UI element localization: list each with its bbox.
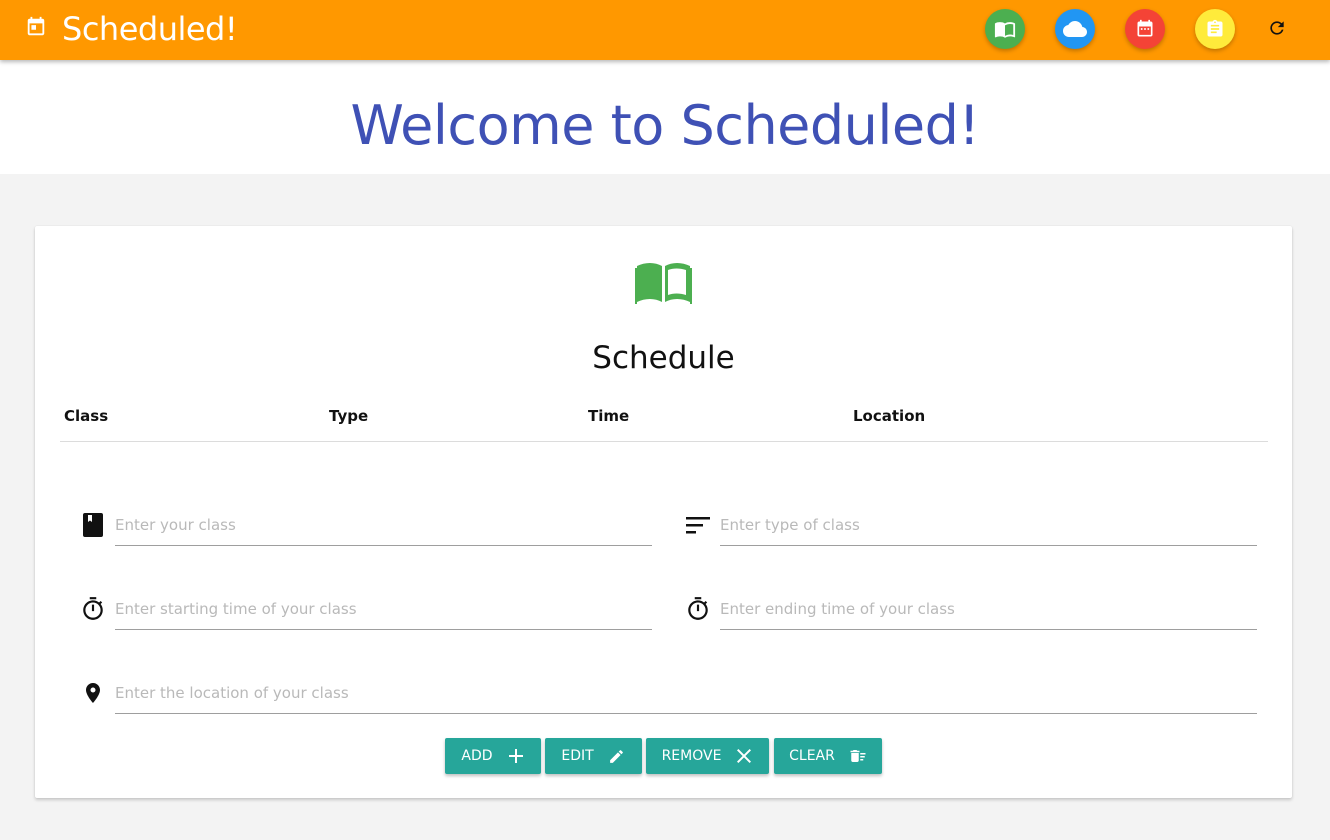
type-input[interactable] [720, 505, 1257, 546]
location-pin-icon [80, 680, 106, 706]
schedule-title: Schedule [592, 340, 735, 376]
class-input[interactable] [115, 505, 652, 546]
location-field [80, 673, 1257, 714]
type-field [685, 505, 1257, 546]
start-time-field [80, 589, 652, 630]
remove-button[interactable]: REMOVE [646, 738, 769, 774]
add-button[interactable]: ADD [445, 738, 541, 774]
plus-icon [507, 747, 525, 765]
schedule-card: Schedule Class Type Time Location Enter … [35, 226, 1292, 798]
hero-banner: Welcome to Scheduled! [0, 60, 1330, 174]
refresh-icon [1270, 21, 1284, 35]
pencil-icon [608, 747, 626, 765]
top-navbar: Scheduled! [0, 0, 1330, 60]
column-location: Location [853, 407, 926, 425]
schedule-table-header: Class Type Time Location [60, 396, 1268, 442]
book-icon [994, 22, 1016, 38]
timer-icon [80, 596, 106, 622]
edit-button-label: EDIT [561, 748, 594, 764]
calendar-icon [1137, 19, 1153, 37]
delete-sweep-icon [849, 747, 867, 765]
add-button-label: ADD [461, 748, 493, 764]
remove-button-label: REMOVE [661, 748, 722, 764]
end-time-input[interactable] [720, 589, 1257, 630]
clear-button-label: CLEAR [789, 748, 835, 764]
nav-calendar-button[interactable] [1125, 9, 1165, 49]
close-icon [735, 747, 753, 765]
nav-schedule-button[interactable] [985, 9, 1025, 49]
class-field [80, 505, 652, 546]
clipboard-icon [1207, 19, 1223, 37]
clear-button[interactable]: CLEAR [774, 738, 882, 774]
location-input[interactable] [115, 673, 1257, 714]
open-book-icon [635, 263, 692, 304]
edit-button[interactable]: EDIT [545, 738, 642, 774]
start-time-input[interactable] [115, 589, 652, 630]
column-type: Type [329, 407, 369, 425]
end-time-field [685, 589, 1257, 630]
nav-notes-button[interactable] [1195, 9, 1235, 49]
column-time: Time [588, 407, 630, 425]
nav-weather-button[interactable] [1055, 9, 1095, 49]
column-class: Class [64, 407, 109, 425]
app-title[interactable]: Scheduled! [62, 9, 238, 49]
refresh-button[interactable] [1263, 14, 1291, 42]
action-buttons: ADD EDIT REMOVE CLEAR [35, 738, 1292, 774]
welcome-heading: Welcome to Scheduled! [350, 94, 980, 157]
bookmark-book-icon [80, 512, 106, 538]
timer-icon [685, 596, 711, 622]
cloud-icon [1063, 21, 1087, 37]
sort-lines-icon [685, 512, 711, 538]
calendar-event-icon [27, 16, 45, 36]
